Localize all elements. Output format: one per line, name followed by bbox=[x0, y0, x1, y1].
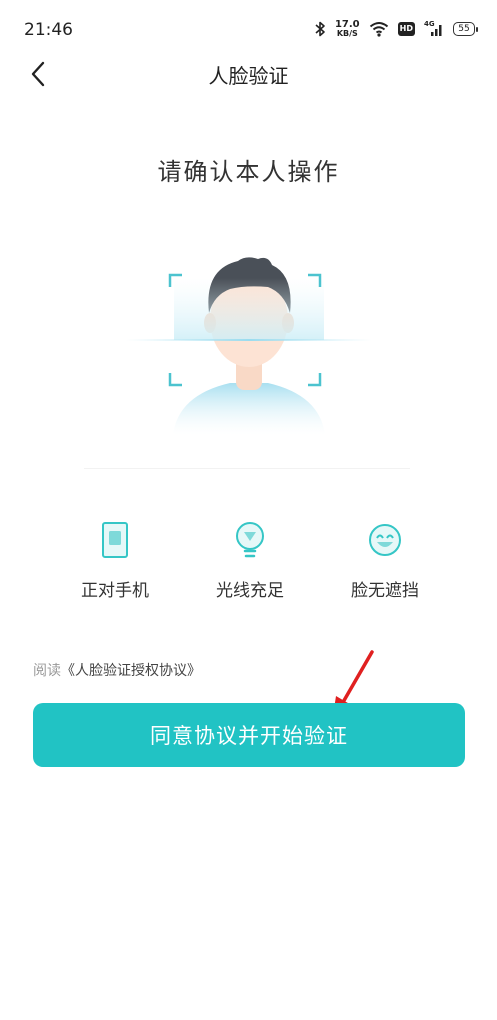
headline: 请确认本人操作 bbox=[157, 158, 340, 186]
phone-icon bbox=[97, 520, 133, 560]
tip-no-cover: 脸无遮挡 bbox=[330, 520, 440, 601]
hd-icon: HD bbox=[397, 22, 415, 36]
status-time: 21:46 bbox=[24, 20, 73, 40]
wifi-icon bbox=[369, 21, 389, 37]
face-scan-icon bbox=[118, 235, 380, 445]
nav-bar: 人脸验证 bbox=[0, 48, 497, 98]
agreement-prefix: 阅读 bbox=[33, 663, 61, 679]
net-speed-value: 17.0 bbox=[334, 19, 360, 30]
lightbulb-icon bbox=[232, 520, 268, 560]
tip-label: 正对手机 bbox=[81, 581, 149, 601]
agreement-link[interactable]: 《人脸验证授权协议》 bbox=[61, 663, 201, 679]
tip-label: 光线充足 bbox=[216, 581, 284, 601]
network-type: 4G bbox=[424, 20, 435, 28]
status-icons: 17.0 KB/S HD 4G 55 bbox=[314, 17, 478, 41]
net-speed: 17.0 KB/S bbox=[334, 19, 360, 39]
tips-row: 正对手机 光线充足 脸无遮挡 bbox=[60, 520, 440, 601]
agreement-text: 阅读《人脸验证授权协议》 bbox=[33, 660, 201, 680]
bluetooth-icon bbox=[314, 21, 326, 37]
net-speed-unit: KB/S bbox=[336, 29, 358, 38]
tip-face-phone: 正对手机 bbox=[60, 520, 170, 601]
smile-face-icon bbox=[367, 520, 403, 560]
signal-icon: 4G bbox=[424, 20, 444, 37]
page-title: 人脸验证 bbox=[208, 64, 289, 88]
divider bbox=[84, 468, 410, 469]
start-verification-button[interactable]: 同意协议并开始验证 bbox=[33, 703, 465, 767]
tip-lighting: 光线充足 bbox=[195, 520, 305, 601]
tip-label: 脸无遮挡 bbox=[351, 581, 419, 601]
battery-icon: 55 bbox=[453, 22, 478, 36]
